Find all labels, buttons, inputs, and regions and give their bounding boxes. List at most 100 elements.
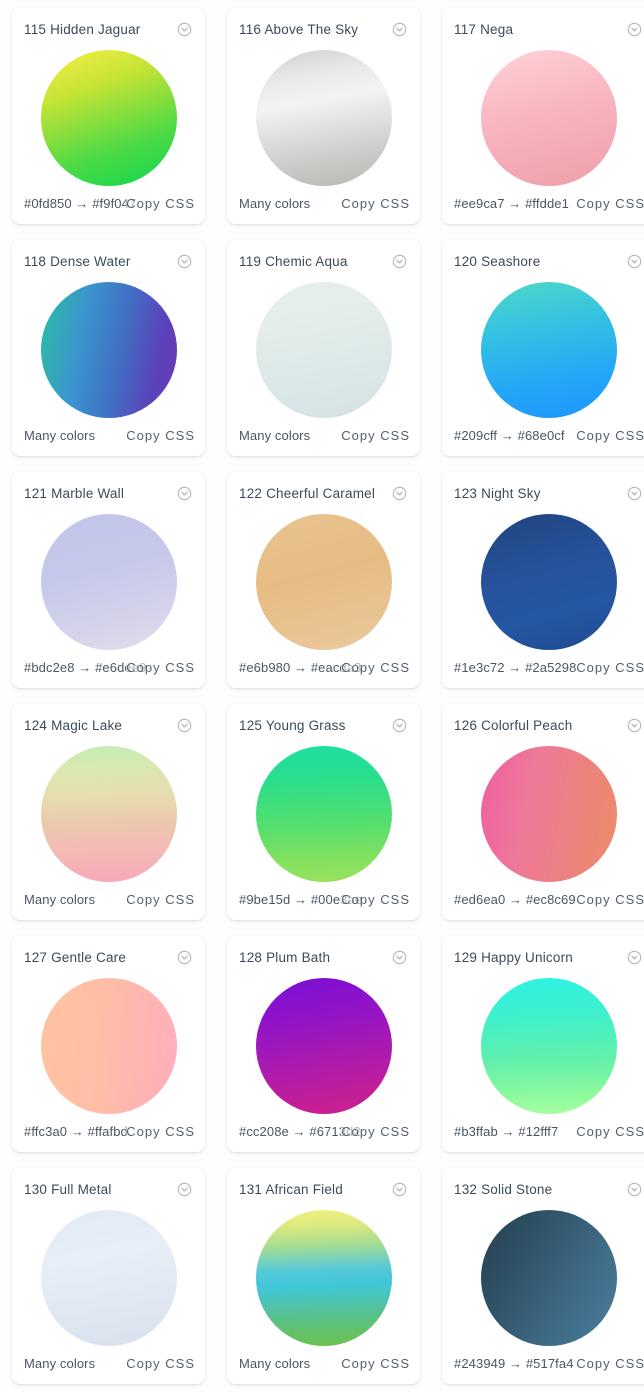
card-header: 125 Young Grass	[239, 718, 408, 736]
copy-css-button[interactable]: Copy CSS	[341, 428, 410, 443]
swatch-area	[454, 736, 643, 890]
gradient-swatch[interactable]	[481, 514, 617, 650]
gradient-card[interactable]: 118 Dense WaterMany colorsCopy CSS	[12, 240, 205, 456]
gradient-card[interactable]: 123 Night Sky#1e3c72 → #2a5298Copy CSS	[442, 472, 644, 688]
copy-css-button[interactable]: Copy CSS	[126, 428, 195, 443]
gradient-swatch[interactable]	[256, 514, 392, 650]
swatch-area	[24, 968, 193, 1122]
gradient-card[interactable]: 125 Young Grass#9be15d → #00e3aeCopy CSS	[227, 704, 420, 920]
gradient-swatch[interactable]	[481, 50, 617, 186]
circle-chevron-down-icon[interactable]	[177, 22, 192, 37]
gradient-card-cell: 128 Plum Bath#cc208e → #6713d2Copy CSS	[215, 928, 430, 1160]
gradient-card[interactable]: 127 Gentle Care#ffc3a0 → #ffafbdCopy CSS	[12, 936, 205, 1152]
copy-css-button[interactable]: Copy CSS	[126, 1356, 195, 1371]
gradient-hex-label: Many colors	[239, 1356, 310, 1371]
circle-chevron-down-icon[interactable]	[627, 22, 642, 37]
circle-chevron-down-icon[interactable]	[392, 718, 407, 733]
gradient-hex-label: #b3ffab → #12fff7	[454, 1124, 558, 1139]
gradient-swatch[interactable]	[41, 978, 177, 1114]
gradient-hex-label: #1e3c72 → #2a5298	[454, 660, 576, 675]
card-title: 132 Solid Stone	[454, 1182, 552, 1197]
gradient-swatch[interactable]	[256, 978, 392, 1114]
card-footer: #ee9ca7 → #ffdde1Copy CSS	[454, 194, 643, 214]
card-footer: #209cff → #68e0cfCopy CSS	[454, 426, 643, 446]
gradient-card[interactable]: 128 Plum Bath#cc208e → #6713d2Copy CSS	[227, 936, 420, 1152]
card-footer: #1e3c72 → #2a5298Copy CSS	[454, 658, 643, 678]
circle-chevron-down-icon[interactable]	[627, 1182, 642, 1197]
gradient-swatch[interactable]	[256, 50, 392, 186]
gradient-swatch[interactable]	[41, 1210, 177, 1346]
circle-chevron-down-icon[interactable]	[627, 950, 642, 965]
gradient-card-cell: 119 Chemic AquaMany colorsCopy CSS	[215, 232, 430, 464]
circle-chevron-down-icon[interactable]	[392, 486, 407, 501]
gradient-card[interactable]: 126 Colorful Peach#ed6ea0 → #ec8c69Copy …	[442, 704, 644, 920]
copy-css-button[interactable]: Copy CSS	[126, 892, 195, 907]
gradient-hex-label: Many colors	[24, 892, 95, 907]
copy-css-button[interactable]: Copy CSS	[576, 196, 644, 211]
gradient-card-grid: 115 Hidden Jaguar#0fd850 → #f9f047Copy C…	[0, 0, 644, 1392]
gradient-swatch[interactable]	[481, 746, 617, 882]
card-footer: #0fd850 → #f9f047Copy CSS	[24, 194, 193, 214]
gradient-card-cell: 132 Solid Stone #243949 → #517fa4Copy CSS	[430, 1160, 644, 1392]
gradient-swatch[interactable]	[41, 746, 177, 882]
circle-chevron-down-icon[interactable]	[627, 718, 642, 733]
swatch-area	[454, 272, 643, 426]
gradient-card[interactable]: 117 Nega#ee9ca7 → #ffdde1Copy CSS	[442, 8, 644, 224]
circle-chevron-down-icon[interactable]	[392, 950, 407, 965]
gradient-swatch[interactable]	[256, 1210, 392, 1346]
card-footer: Many colorsCopy CSS	[239, 426, 408, 446]
copy-css-button[interactable]: Copy CSS	[341, 660, 410, 675]
gradient-swatch[interactable]	[256, 746, 392, 882]
circle-chevron-down-icon[interactable]	[177, 1182, 192, 1197]
gradient-card[interactable]: 129 Happy Unicorn#b3ffab → #12fff7Copy C…	[442, 936, 644, 1152]
gradient-swatch[interactable]	[481, 1210, 617, 1346]
copy-css-button[interactable]: Copy CSS	[341, 892, 410, 907]
copy-css-button[interactable]: Copy CSS	[576, 1356, 644, 1371]
circle-chevron-down-icon[interactable]	[392, 1182, 407, 1197]
circle-chevron-down-icon[interactable]	[177, 718, 192, 733]
copy-css-button[interactable]: Copy CSS	[576, 892, 644, 907]
gradient-swatch[interactable]	[481, 978, 617, 1114]
gradient-hex-label: #ffc3a0 → #ffafbd	[24, 1124, 128, 1139]
gradient-swatch[interactable]	[41, 282, 177, 418]
card-footer: #cc208e → #6713d2Copy CSS	[239, 1122, 408, 1142]
gradient-card[interactable]: 124 Magic LakeMany colorsCopy CSS	[12, 704, 205, 920]
gradient-swatch[interactable]	[41, 514, 177, 650]
swatch-area	[24, 736, 193, 890]
circle-chevron-down-icon[interactable]	[627, 254, 642, 269]
gradient-card[interactable]: 131 African FieldMany colorsCopy CSS	[227, 1168, 420, 1384]
copy-css-button[interactable]: Copy CSS	[341, 196, 410, 211]
gradient-card[interactable]: 120 Seashore#209cff → #68e0cfCopy CSS	[442, 240, 644, 456]
card-title: 126 Colorful Peach	[454, 718, 572, 733]
gradient-card[interactable]: 122 Cheerful Caramel#e6b980 → #eacda3Cop…	[227, 472, 420, 688]
circle-chevron-down-icon[interactable]	[177, 486, 192, 501]
gradient-swatch[interactable]	[256, 282, 392, 418]
circle-chevron-down-icon[interactable]	[627, 486, 642, 501]
gradient-swatch[interactable]	[481, 282, 617, 418]
card-header: 118 Dense Water	[24, 254, 193, 272]
gradient-swatch[interactable]	[41, 50, 177, 186]
circle-chevron-down-icon[interactable]	[392, 22, 407, 37]
gradient-card[interactable]: 130 Full MetalMany colorsCopy CSS	[12, 1168, 205, 1384]
circle-chevron-down-icon[interactable]	[177, 254, 192, 269]
gradient-card[interactable]: 121 Marble Wall#bdc2e8 → #e6dee9Copy CSS	[12, 472, 205, 688]
gradient-card[interactable]: 115 Hidden Jaguar#0fd850 → #f9f047Copy C…	[12, 8, 205, 224]
copy-css-button[interactable]: Copy CSS	[576, 660, 644, 675]
copy-css-button[interactable]: Copy CSS	[576, 1124, 644, 1139]
swatch-area	[24, 40, 193, 194]
card-title: 118 Dense Water	[24, 254, 131, 269]
copy-css-button[interactable]: Copy CSS	[341, 1356, 410, 1371]
gradient-card[interactable]: 116 Above The SkyMany colorsCopy CSS	[227, 8, 420, 224]
copy-css-button[interactable]: Copy CSS	[341, 1124, 410, 1139]
gradient-card-cell: 129 Happy Unicorn#b3ffab → #12fff7Copy C…	[430, 928, 644, 1160]
copy-css-button[interactable]: Copy CSS	[126, 1124, 195, 1139]
gradient-card[interactable]: 119 Chemic AquaMany colorsCopy CSS	[227, 240, 420, 456]
copy-css-button[interactable]: Copy CSS	[126, 196, 195, 211]
circle-chevron-down-icon[interactable]	[177, 950, 192, 965]
gradient-card[interactable]: 132 Solid Stone #243949 → #517fa4Copy CSS	[442, 1168, 644, 1384]
gradient-hex-label: #243949 → #517fa4	[454, 1356, 574, 1371]
copy-css-button[interactable]: Copy CSS	[126, 660, 195, 675]
copy-css-button[interactable]: Copy CSS	[576, 428, 644, 443]
swatch-area	[454, 1200, 643, 1354]
circle-chevron-down-icon[interactable]	[392, 254, 407, 269]
